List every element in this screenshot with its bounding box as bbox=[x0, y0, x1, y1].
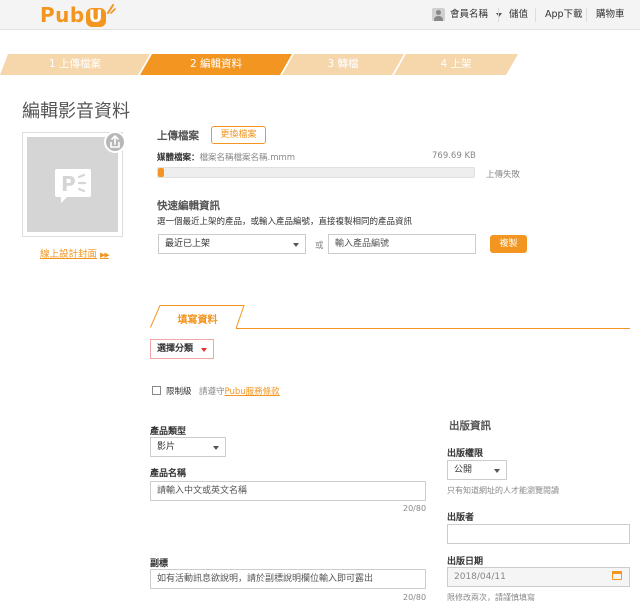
quick-edit-title: 快速編輯資訊 bbox=[157, 200, 220, 212]
chevron-down-icon bbox=[213, 446, 219, 450]
file-size: 769.69 KB bbox=[432, 151, 476, 161]
publisher-label: 出版者 bbox=[447, 513, 475, 523]
file-info: 媒體檔案：檔案名稱檔案名稱.mmm bbox=[157, 151, 295, 163]
upload-progress-fill bbox=[158, 168, 164, 177]
permission-select[interactable]: 公開 bbox=[447, 460, 507, 480]
permission-hint: 只有知道網址的人才能瀏覽閱讀 bbox=[447, 486, 559, 495]
quick-edit-hint: 選一個最近上架的產品，或輸入產品編號，直接複製相同的產品資訊 bbox=[157, 217, 413, 227]
product-name-input[interactable]: 請輸入中文或英文名稱 bbox=[150, 481, 426, 501]
nav-topup[interactable]: 儲值 bbox=[509, 0, 528, 30]
calendar-icon[interactable] bbox=[612, 570, 622, 580]
page-title: 編輯影音資料 bbox=[22, 101, 130, 122]
restricted-hint: 請遵守Pubu服務條款 bbox=[199, 387, 280, 397]
share-cover-button[interactable] bbox=[104, 131, 126, 153]
logo-text: Pub bbox=[40, 3, 85, 27]
product-name-label: 產品名稱 bbox=[150, 469, 187, 479]
file-label: 媒體檔案： bbox=[157, 153, 200, 163]
step-upload: 1 上傳檔案 bbox=[0, 54, 150, 75]
publisher-input[interactable] bbox=[447, 524, 630, 544]
nav-divider bbox=[535, 8, 536, 22]
avatar[interactable] bbox=[432, 8, 445, 21]
upload-progress-bar bbox=[157, 167, 475, 178]
tab-fill-info[interactable]: 填寫資料 bbox=[150, 305, 245, 329]
logo-u: U bbox=[85, 8, 107, 27]
subtitle-label: 副標 bbox=[150, 559, 169, 569]
publish-date-label: 出版日期 bbox=[447, 557, 484, 567]
member-menu[interactable]: 會員名稱 bbox=[450, 0, 503, 30]
share-icon bbox=[110, 134, 120, 148]
svg-text:P: P bbox=[61, 172, 76, 196]
product-id-input[interactable]: 輸入產品編號 bbox=[328, 234, 476, 254]
subtitle-counter: 20/80 bbox=[403, 593, 427, 602]
product-type-select[interactable]: 影片 bbox=[150, 437, 226, 457]
cover-placeholder: P bbox=[27, 137, 118, 232]
logo-spark-icon bbox=[107, 4, 116, 14]
product-name-counter: 20/80 bbox=[403, 504, 427, 513]
file-name: 檔案名稱檔案名稱.mmm bbox=[199, 153, 296, 163]
product-type-label: 產品類型 bbox=[150, 427, 187, 437]
subtitle-input[interactable]: 如有活動訊息欲說明，請於副標說明欄位輸入即可露出 bbox=[150, 569, 426, 589]
chevron-down-icon bbox=[293, 243, 299, 247]
chevron-down-icon bbox=[201, 348, 207, 352]
upload-section-title: 上傳檔案 bbox=[157, 130, 199, 142]
pubu-placeholder-icon: P bbox=[55, 169, 91, 203]
top-bar: Pub U 會員名稱 儲值 App下載 購物車 bbox=[0, 0, 640, 30]
terms-link[interactable]: Pubu服務條款 bbox=[225, 387, 280, 397]
pubu-logo[interactable]: Pub U bbox=[40, 3, 116, 27]
step-publish: 4 上架 bbox=[394, 54, 640, 75]
copy-button[interactable]: 複製 bbox=[490, 235, 527, 253]
step-progress: 1 上傳檔案 2 編輯資料 3 轉檔 4 上架 bbox=[0, 54, 640, 75]
nav-app-download[interactable]: App下載 bbox=[545, 0, 583, 30]
category-select[interactable]: 選擇分類 bbox=[150, 339, 214, 359]
nav-divider bbox=[498, 8, 499, 22]
upload-status: 上傳失敗 bbox=[486, 170, 521, 180]
restricted-checkbox[interactable] bbox=[152, 386, 161, 395]
chevron-down-icon bbox=[496, 12, 503, 17]
replace-file-button[interactable]: 更換檔案 bbox=[211, 126, 266, 144]
nav-cart[interactable]: 購物車 bbox=[596, 0, 625, 30]
step-convert: 3 轉檔 bbox=[282, 54, 404, 75]
design-cover-link[interactable]: 線上設計封面 ▶▶ bbox=[40, 246, 110, 260]
chevron-down-icon bbox=[494, 469, 500, 473]
publish-section-title: 出版資訊 bbox=[449, 420, 491, 432]
nav-divider bbox=[586, 8, 587, 22]
publish-date-hint: 限修改兩次，請謹慎填寫 bbox=[447, 593, 535, 602]
restricted-label: 限制級 bbox=[166, 387, 192, 397]
permission-label: 出版權限 bbox=[447, 449, 484, 459]
recent-product-select[interactable]: 最近已上架 bbox=[158, 234, 306, 254]
or-label: 或 bbox=[315, 241, 324, 251]
step-edit: 2 編輯資料 bbox=[140, 54, 292, 75]
double-arrow-icon: ▶▶ bbox=[100, 251, 110, 259]
member-name: 會員名稱 bbox=[450, 9, 489, 20]
publish-date-input[interactable]: 2018/04/11 bbox=[447, 567, 630, 587]
